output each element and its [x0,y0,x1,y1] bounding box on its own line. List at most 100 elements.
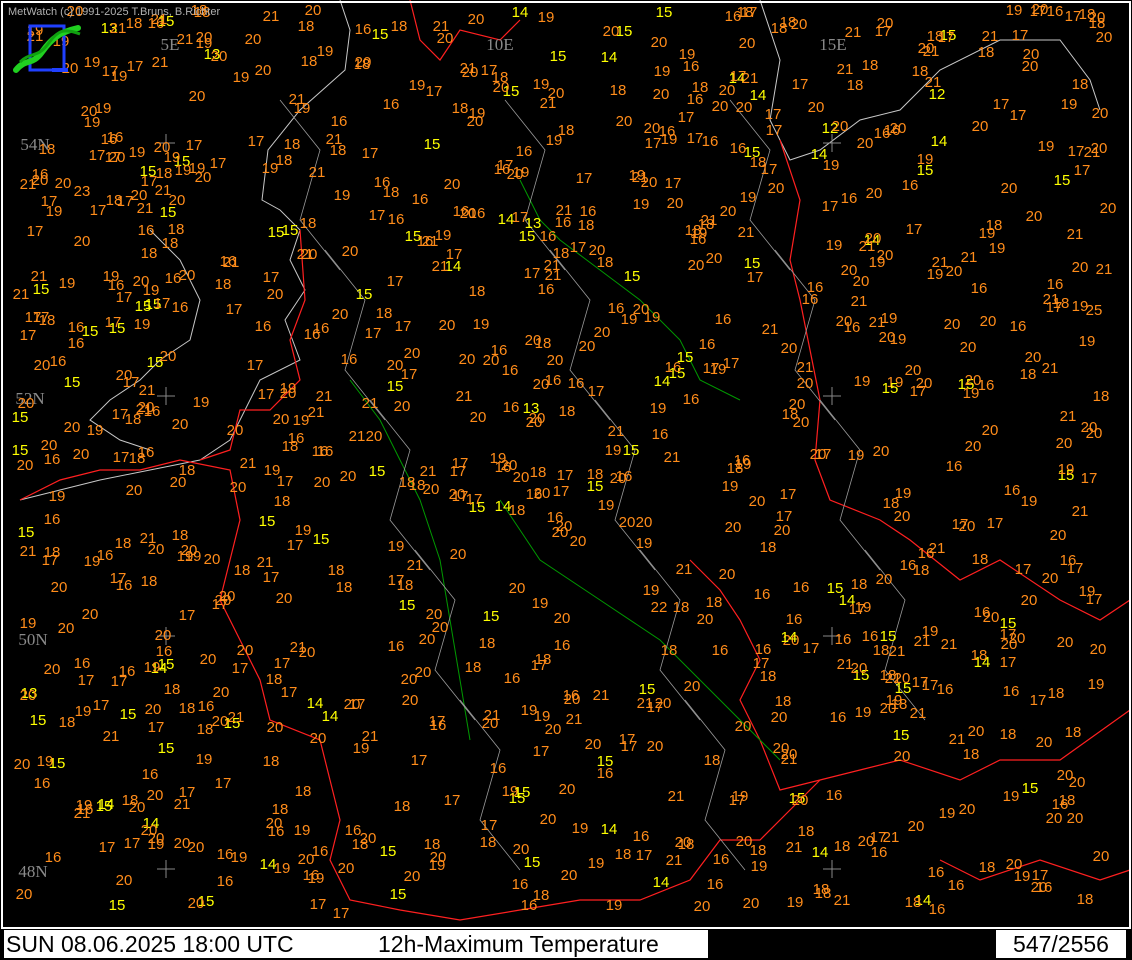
station-value: 17 [124,835,141,852]
station-value: 16 [217,846,234,863]
station-value: 17 [665,175,682,192]
station-value: 16 [1010,318,1027,335]
station-value: 21 [925,74,942,91]
station-value: 20 [129,799,146,816]
station-value: 21 [859,238,876,255]
station-value: 20 [944,316,961,333]
station-value: 20 [808,99,825,116]
station-value: 16 [101,131,118,148]
station-value: 16 [331,113,348,130]
station-value: 15 [158,740,175,757]
station-value: 17 [226,301,243,318]
station-value: 19 [588,855,605,872]
station-value: 20 [564,691,581,708]
station-value: 20 [792,792,809,809]
station-value: 20 [1026,208,1043,225]
station-value: 21 [837,61,854,78]
station-value: 20 [301,246,318,263]
station-value: 21 [110,20,127,37]
station-value: 16 [580,203,597,220]
station-value: 21 [432,258,449,275]
station-value: 20 [305,2,322,19]
station-value: 20 [196,29,213,46]
date-box: SUN 08.06.2025 18:00 UTC 12h-Maximum Tem… [4,930,708,958]
station-value: 17 [99,839,116,856]
station-value: 18 [798,823,815,840]
station-value: 19 [606,897,623,914]
station-value: 16 [928,864,945,881]
station-value: 21 [257,554,274,571]
station-value: 21 [362,728,379,745]
station-value: 15 [369,463,386,480]
station-value: 21 [666,852,683,869]
station-value: 20 [174,835,191,852]
station-value: 20 [470,409,487,426]
station-value: 19 [633,196,650,213]
station-value: 20 [653,86,670,103]
station-value: 18 [1048,685,1065,702]
station-value: 20 [866,185,883,202]
station-value: 20 [404,345,421,362]
station-value: 18 [179,700,196,717]
station-value: 19 [1006,2,1023,19]
station-value: 21 [889,643,906,660]
station-value: 21 [289,91,306,108]
station-value: 20 [513,841,530,858]
station-value: 16 [138,222,155,239]
station-value: 21 [637,695,654,712]
station-value: 19 [989,240,1006,257]
station-value: 20 [1001,636,1018,653]
station-value: 21 [484,707,501,724]
station-value: 18 [775,693,792,710]
station-value: 16 [830,709,847,726]
station-value: 18 [913,562,930,579]
station-value: 20 [493,79,510,96]
station-value: 18 [1000,726,1017,743]
station-value: 18 [685,222,702,239]
station-value: 19 [740,189,757,206]
station-value: 20 [675,834,692,851]
station-value: 20 [387,357,404,374]
station-value: 18 [480,834,497,851]
station-value: 16 [730,140,747,157]
station-value: 17 [20,327,37,344]
station-value: 18 [963,746,980,763]
station-value: 21 [837,656,854,673]
station-value: 20 [1057,767,1074,784]
station-value: 16 [383,96,400,113]
station-value: 20 [694,898,711,915]
station-value: 18 [465,659,482,676]
station-value: 17 [557,467,574,484]
station-value: 14 [601,821,618,838]
station-value: 20 [255,62,272,79]
station-value: 19 [1079,333,1096,350]
station-value: 21 [349,428,366,445]
station-value: 21 [786,839,803,856]
station-value: 20 [73,446,90,463]
station-value: 17 [411,752,428,769]
station-value: 16 [707,876,724,893]
station-value: 16 [45,849,62,866]
station-value: 18 [263,753,280,770]
station-value: 17 [753,655,770,672]
station-value: 15 [623,442,640,459]
station-value: 20 [556,518,573,535]
station-value: 20 [749,493,766,510]
station-value: 20 [459,351,476,368]
station-value: 15 [135,298,152,315]
station-value: 17 [1074,162,1091,179]
station-value: 19 [37,753,54,770]
copyright-text: MetWatch (c) 1991-2025 T.Bruns, B.Richte… [8,6,221,18]
station-value: 19 [848,447,865,464]
station-value: 20 [109,149,126,166]
station-value: 18 [234,562,251,579]
station-value: 20 [338,860,355,877]
station-value: 20 [310,730,327,747]
station-value: 20 [1100,200,1117,217]
station-value: 18 [336,579,353,596]
station-value: 16 [313,320,330,337]
station-value: 20 [116,367,133,384]
station-value: 20 [34,357,51,374]
station-value: 16 [633,828,650,845]
station-value: 20 [980,313,997,330]
